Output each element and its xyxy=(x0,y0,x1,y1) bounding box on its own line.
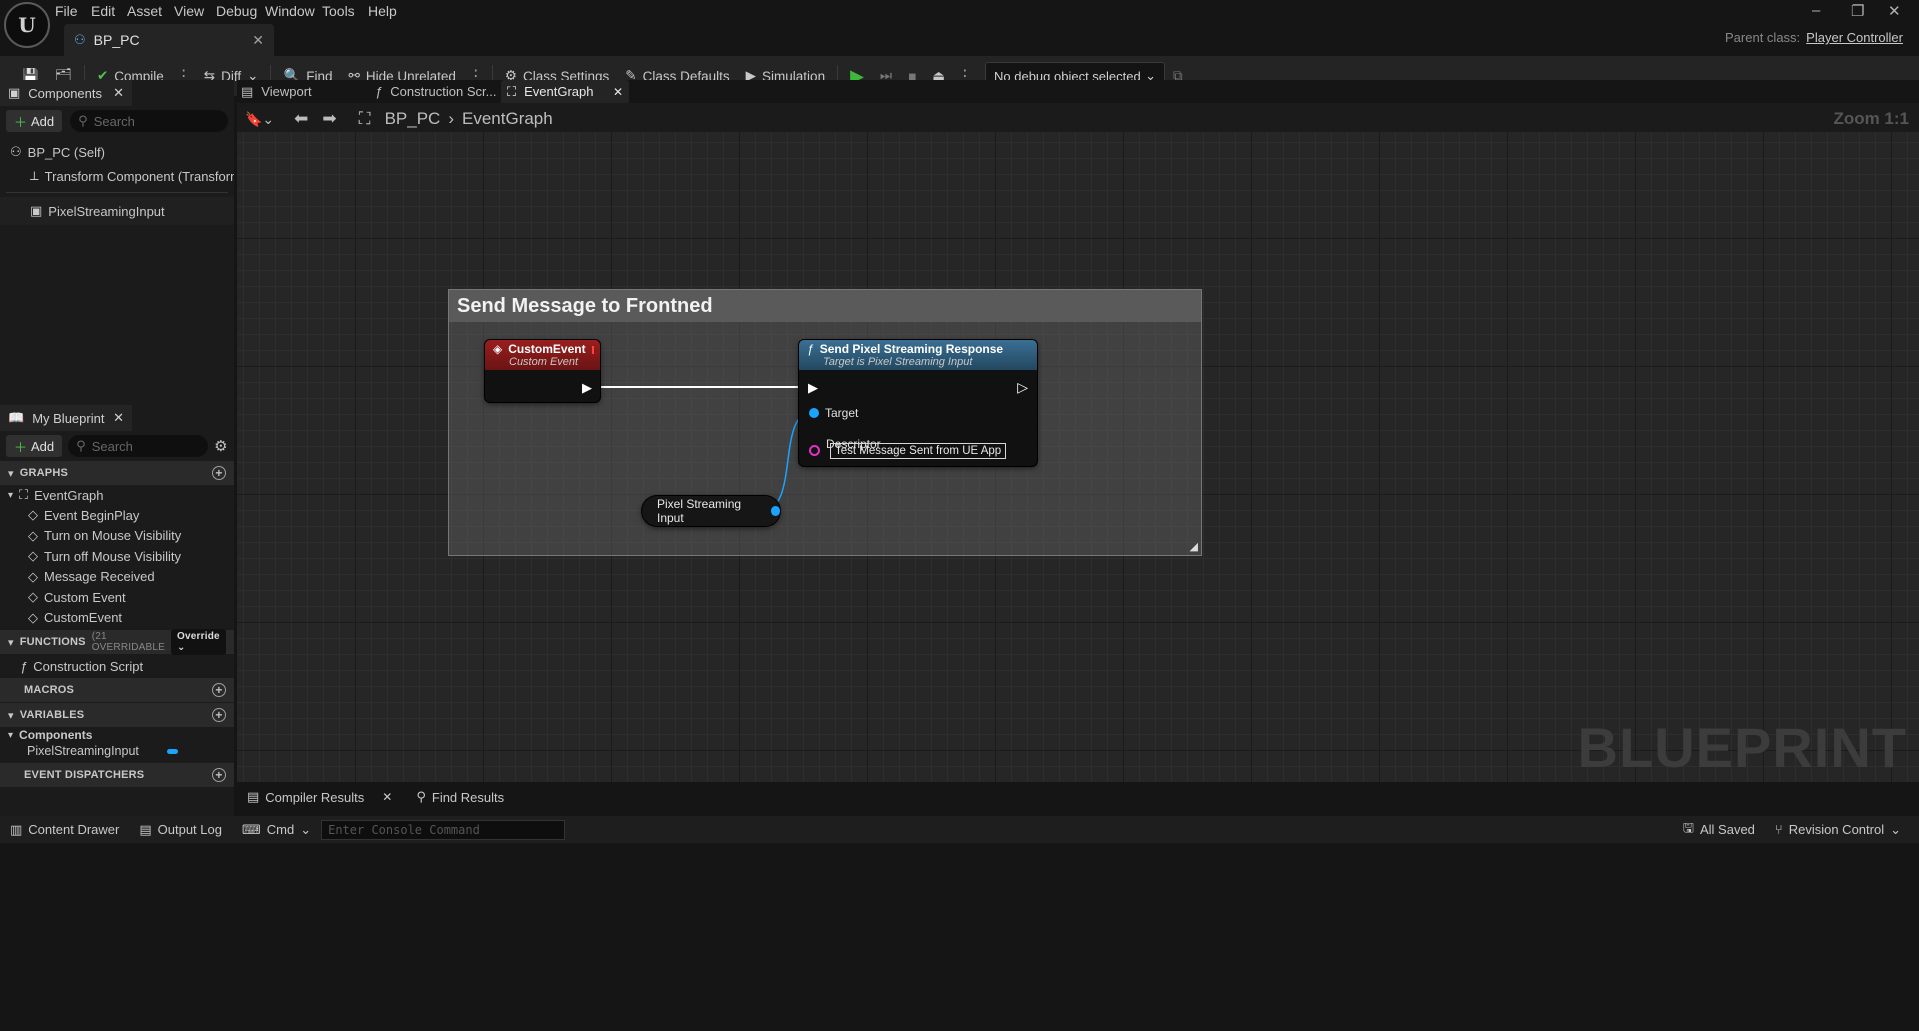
send-node-title: Send Pixel Streaming Response xyxy=(819,342,1004,356)
function-icon: ƒ xyxy=(807,342,814,356)
console-command-input[interactable]: Enter Console Command xyxy=(321,819,566,840)
custom-event-node[interactable]: ◈ CustomEvent Custom Event ▶ xyxy=(485,340,600,402)
delegate-pin-icon[interactable] xyxy=(591,345,594,354)
pixel-streaming-input-node[interactable]: Pixel Streaming Input xyxy=(642,496,780,526)
send-node-subtitle: Target is Pixel Streaming Input xyxy=(823,356,973,368)
revision-control-icon: ⑂ xyxy=(1774,822,1783,837)
send-node-header: ƒ Send Pixel Streaming Response Target is… xyxy=(799,340,1037,370)
target-pin[interactable]: Target xyxy=(809,406,858,420)
descriptor-input[interactable]: Test Message Sent from UE App xyxy=(830,443,1007,459)
output-log-label: Output Log xyxy=(157,822,222,837)
tab-find-results[interactable]: ⚲ Find Results xyxy=(412,789,508,805)
bottom-tab-strip: ▤ Compiler Results ✕ ⚲ Find Results xyxy=(237,782,1919,812)
custom-event-subtitle: Custom Event xyxy=(509,356,579,368)
exec-out-pin-icon[interactable]: ▶ xyxy=(582,380,592,396)
save-status-icon: 🖫 xyxy=(1682,819,1694,835)
exec-out-pin-icon[interactable]: ▷ xyxy=(1017,379,1028,396)
close-tab-icon[interactable]: ✕ xyxy=(382,790,392,804)
content-drawer-label: Content Drawer xyxy=(28,822,120,837)
custom-event-header: ◈ CustomEvent Custom Event xyxy=(485,340,600,370)
chevron-down-icon: ⌄ xyxy=(300,821,312,837)
unreal-editor-window: U File Edit Asset View Debug Window Tool… xyxy=(0,0,1919,1031)
compiler-icon: ▤ xyxy=(247,789,260,804)
blueprint-watermark: BLUEPRINT xyxy=(1577,716,1907,779)
target-pin-label: Target xyxy=(825,406,859,420)
tab-compiler-results[interactable]: ▤ Compiler Results ✕ xyxy=(243,789,396,805)
content-drawer-button[interactable]: ▥ Content Drawer xyxy=(0,816,129,843)
content-drawer-icon: ▥ xyxy=(10,821,23,837)
all-saved-button[interactable]: 🖫 All Saved xyxy=(1673,816,1765,843)
variable-node-label: Pixel Streaming Input xyxy=(657,497,742,525)
search-icon: ⚲ xyxy=(416,789,426,804)
terminal-icon: ⌨ xyxy=(241,821,261,837)
find-results-label: Find Results xyxy=(431,789,505,805)
revision-control-button[interactable]: ⑂ Revision Control ⌄ xyxy=(1765,816,1911,843)
exec-in-pin-icon[interactable]: ▶ xyxy=(808,380,818,396)
send-pixel-streaming-response-node[interactable]: ƒ Send Pixel Streaming Response Target is… xyxy=(799,340,1037,466)
all-saved-label: All Saved xyxy=(1699,822,1755,837)
wire-layer xyxy=(598,386,813,512)
event-diamond-icon: ◈ xyxy=(493,342,503,356)
status-bar: ▥ Content Drawer ▤ Output Log ⌨ Cmd ⌄ Enter … xyxy=(0,816,1919,843)
compiler-results-label: Compiler Results xyxy=(265,789,365,805)
output-log-button[interactable]: ▤ Output Log xyxy=(129,816,232,843)
custom-event-title: CustomEvent xyxy=(508,342,586,356)
object-pin-icon[interactable] xyxy=(770,506,780,516)
cmd-label: Cmd xyxy=(266,822,295,837)
string-pin-icon xyxy=(809,445,820,456)
revision-control-label: Revision Control xyxy=(1788,822,1885,837)
object-pin-icon xyxy=(809,408,819,418)
cmd-dropdown[interactable]: ⌨ Cmd ⌄ xyxy=(232,816,321,843)
output-log-icon: ▤ xyxy=(139,821,152,837)
chevron-down-icon: ⌄ xyxy=(1890,821,1901,837)
